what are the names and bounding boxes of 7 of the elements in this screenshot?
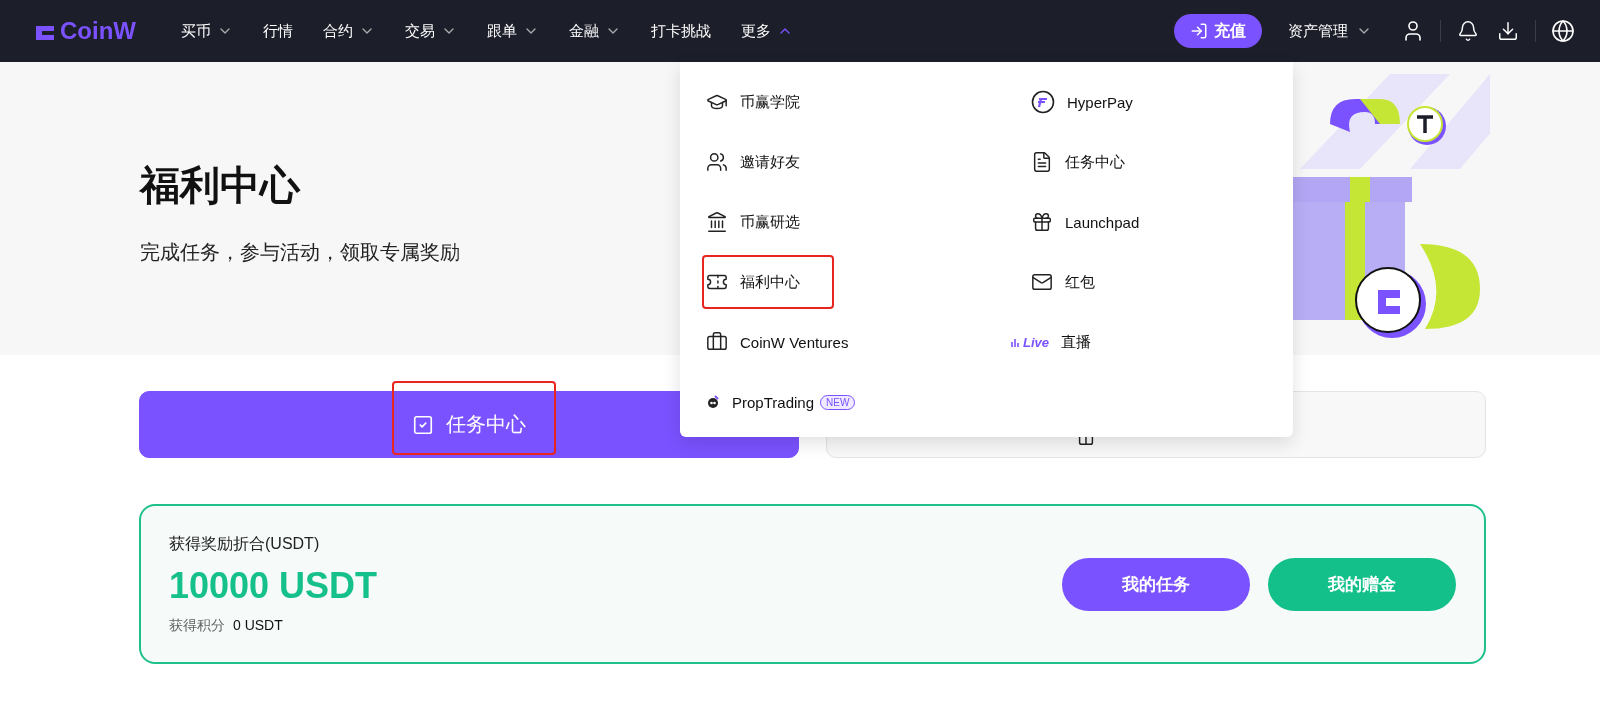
rewards-label: 获得奖励折合(USDT)	[169, 533, 321, 554]
points-label: 获得积分	[169, 616, 225, 635]
new-badge: NEW	[820, 394, 856, 410]
page-title: 福利中心	[140, 161, 302, 209]
points-value: 0 USDT	[233, 616, 283, 635]
rewards-amount: 10000 USDT	[169, 564, 378, 607]
page-subtitle: 完成任务，参与活动，领取专属奖励	[140, 239, 460, 265]
